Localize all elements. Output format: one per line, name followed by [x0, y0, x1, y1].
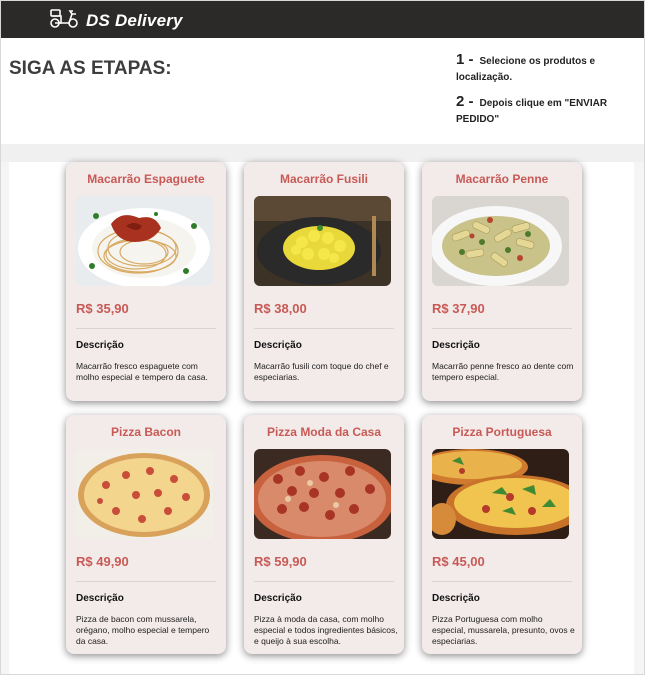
- product-name: Macarrão Fusili: [279, 172, 369, 186]
- product-description: Macarrão penne fresco ao dente com tempe…: [432, 361, 574, 382]
- step-1-text: Selecione os produtos e localização.: [456, 56, 596, 83]
- description-label: Descrição: [432, 593, 480, 604]
- product-price: R$ 38,00: [254, 301, 307, 316]
- divider: [76, 328, 216, 329]
- step-2-text: Depois clique em "ENVIAR PEDIDO": [456, 98, 608, 125]
- product-name: Pizza Portuguesa: [452, 425, 552, 439]
- product-card[interactable]: Macarrão Penne R$ 37,90 Descrição Macarr…: [422, 162, 582, 401]
- products-list: Macarrão Espaguete R$ 35,90 Descrição Ma…: [9, 162, 634, 674]
- divider: [254, 581, 394, 582]
- divider: [432, 581, 572, 582]
- divider: [76, 581, 216, 582]
- steps-title: SIGA AS ETAPAS:: [9, 58, 172, 79]
- product-description: Pizza de bacon com mussarela, orégano, m…: [76, 614, 210, 646]
- product-card[interactable]: Pizza Portuguesa R$ 45,00 Descrição Pizz…: [422, 415, 582, 654]
- page: DS Delivery SIGA AS ETAPAS: 1 - Selecione…: [0, 0, 645, 675]
- product-name: Macarrão Penne: [455, 172, 549, 186]
- product-name: Pizza Moda da Casa: [266, 425, 382, 439]
- product-price: R$ 45,00: [432, 554, 485, 569]
- description-label: Descrição: [254, 593, 302, 604]
- product-description: Pizza à moda da casa, com molho especial…: [254, 614, 398, 646]
- step-1: 1 - Selecione os produtos e localização.: [456, 52, 626, 86]
- product-card[interactable]: Pizza Bacon R$ 49,90 Descrição Pizza de …: [66, 415, 226, 654]
- step-2: 2 - Depois clique em "ENVIAR PEDIDO": [456, 94, 626, 128]
- description-label: Descrição: [254, 340, 302, 351]
- step-2-number: 2 -: [456, 93, 474, 110]
- product-price: R$ 49,90: [76, 554, 129, 569]
- divider: [254, 328, 394, 329]
- product-card[interactable]: Pizza Moda da Casa R$ 59,90 Descrição Pi…: [244, 415, 404, 654]
- description-label: Descrição: [76, 593, 124, 604]
- scooter-icon: [48, 7, 80, 34]
- product-price: R$ 35,90: [76, 301, 129, 316]
- product-image-spaghetti: [76, 196, 213, 286]
- product-description: Pizza Portuguesa com molho especial, mus…: [432, 614, 575, 646]
- product-price: R$ 59,90: [254, 554, 307, 569]
- product-image-penne: [432, 196, 569, 286]
- description-label: Descrição: [432, 340, 480, 351]
- product-card[interactable]: Macarrão Espaguete R$ 35,90 Descrição Ma…: [66, 162, 226, 401]
- product-name: Pizza Bacon: [110, 425, 182, 439]
- step-1-number: 1 -: [456, 51, 474, 68]
- product-description: Macarrão fresco espaguete com molho espe…: [76, 361, 208, 382]
- product-price: R$ 37,90: [432, 301, 485, 316]
- product-image-pizza-house: [254, 449, 391, 539]
- product-card[interactable]: Macarrão Fusili R$ 38,00 Descrição Macar…: [244, 162, 404, 401]
- product-description: Macarrão fusili com toque do chef e espe…: [254, 361, 389, 382]
- product-image-pizza-portuguesa: [432, 449, 569, 539]
- brand-name: DS Delivery: [86, 10, 183, 30]
- description-label: Descrição: [76, 340, 124, 351]
- divider: [432, 328, 572, 329]
- brand-logo[interactable]: DS Delivery: [48, 7, 183, 34]
- steps-section: SIGA AS ETAPAS: 1 - Selecione os produtos…: [1, 38, 644, 144]
- product-image-fusili: [254, 196, 391, 286]
- product-image-pizza-bacon: [76, 449, 213, 539]
- product-name: Macarrão Espaguete: [87, 172, 205, 186]
- section-divider: [1, 144, 644, 162]
- navbar: DS Delivery: [1, 1, 644, 38]
